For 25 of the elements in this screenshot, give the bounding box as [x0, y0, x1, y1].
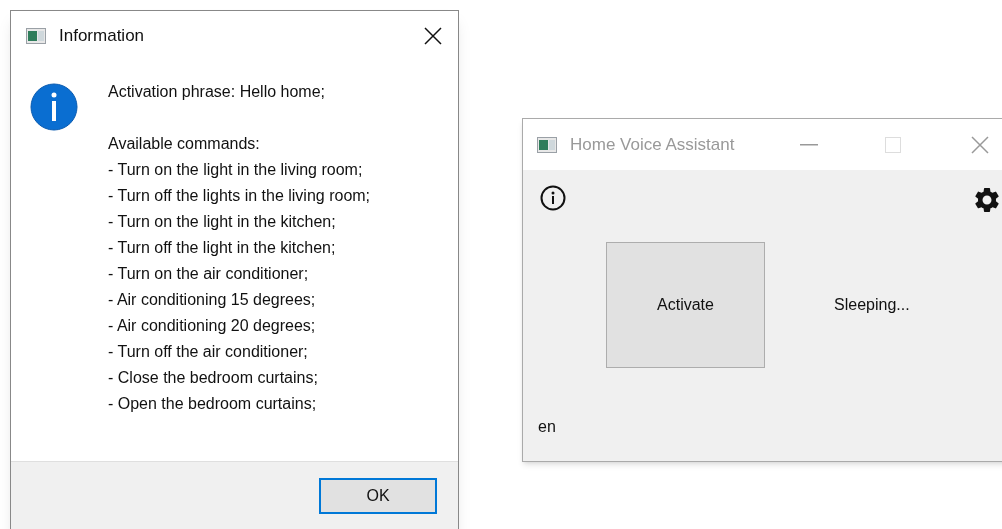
command-text: - Turn on the light in the kitchen;	[108, 212, 337, 232]
command-text: - Close the bedroom curtains;	[108, 368, 319, 388]
activate-button[interactable]: Activate	[606, 242, 765, 368]
app-icon	[537, 136, 557, 153]
close-icon[interactable]	[424, 27, 442, 45]
activation-phrase-text: Activation phrase: Hello home;	[108, 82, 326, 102]
command-text: - Air conditioning 15 degrees;	[108, 290, 317, 310]
info-icon[interactable]	[540, 185, 566, 211]
commands-heading: Available commands:	[108, 134, 261, 154]
settings-icon[interactable]	[972, 185, 1002, 215]
info-icon	[30, 83, 78, 131]
window-title: Home Voice Assistant	[570, 133, 735, 156]
command-text: - Turn off the light in the kitchen;	[108, 238, 337, 258]
minimize-icon[interactable]	[800, 143, 818, 146]
language-text: en	[538, 418, 556, 435]
command-text: - Turn on the air conditioner;	[108, 264, 310, 284]
command-text: - Turn off the air conditioner;	[108, 342, 309, 362]
command-text: - Turn off the lights in the living room;	[108, 186, 371, 206]
command-text: - Air conditioning 20 degrees;	[108, 316, 317, 336]
status-text: Sleeping...	[834, 295, 910, 315]
ok-button[interactable]: OK	[319, 478, 437, 514]
window-title: Information	[59, 25, 145, 48]
command-text: - Turn on the light in the living room;	[108, 160, 364, 180]
app-icon	[26, 28, 46, 44]
command-text: - Open the bedroom curtains;	[108, 394, 318, 414]
